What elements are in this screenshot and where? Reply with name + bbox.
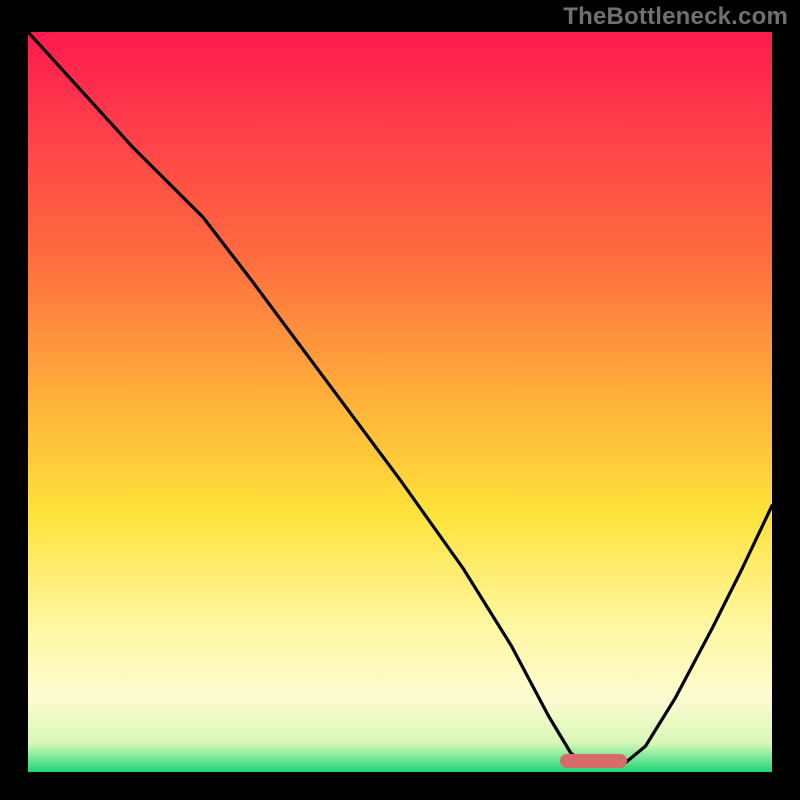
plot-area (28, 32, 772, 772)
optimal-range-marker (560, 754, 627, 768)
gradient-background (28, 32, 772, 772)
chart-frame: TheBottleneck.com (0, 0, 800, 800)
plot-svg (28, 32, 772, 772)
watermark-label: TheBottleneck.com (563, 3, 788, 31)
